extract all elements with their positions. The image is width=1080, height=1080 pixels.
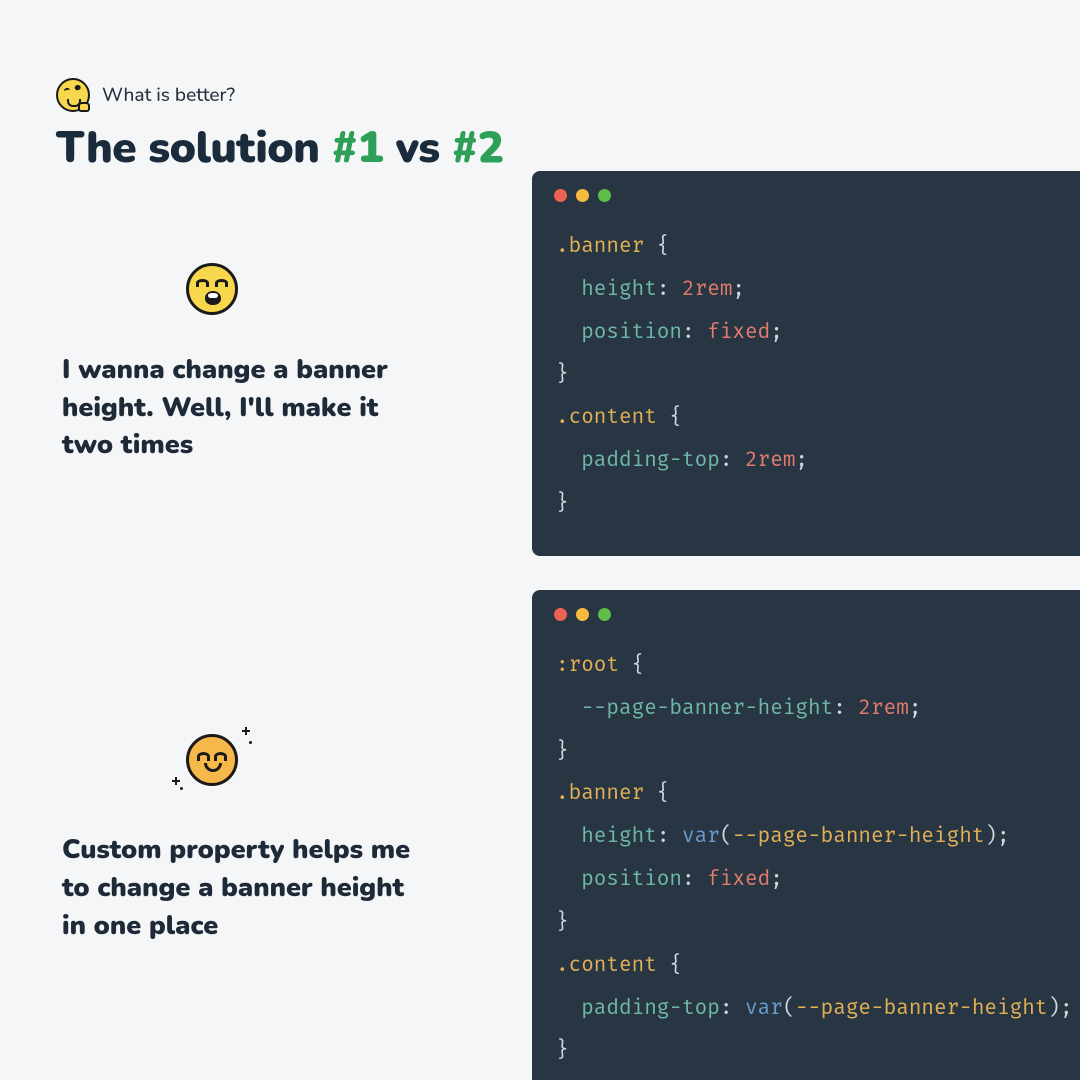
- row1-left: I wanna change a banner height. Well, I'…: [0, 171, 532, 556]
- min-dot-icon: [576, 189, 589, 202]
- row2-caption: Custom property helps me to change a ban…: [62, 831, 422, 944]
- tired-emoji-icon: [186, 263, 238, 315]
- row2-left: Custom property helps me to change a ban…: [0, 590, 532, 1080]
- kicker-text: What is better?: [102, 82, 235, 108]
- window-controls-icon: [532, 590, 1080, 621]
- close-dot-icon: [554, 189, 567, 202]
- code-panel-2: :root { --page-banner-height: 2rem; } .b…: [532, 590, 1080, 1080]
- row1-caption: I wanna change a banner height. Well, I'…: [62, 351, 422, 464]
- max-dot-icon: [598, 189, 611, 202]
- max-dot-icon: [598, 608, 611, 621]
- code-panel-1: .banner { height: 2rem; position: fixed;…: [532, 171, 1080, 556]
- title-num1: #1: [331, 118, 383, 178]
- page-title: The solution #1 vs #2: [56, 118, 504, 178]
- window-controls-icon: [532, 171, 1080, 202]
- min-dot-icon: [576, 608, 589, 621]
- happy-emoji-icon: [172, 725, 252, 795]
- kicker: What is better?: [56, 78, 235, 112]
- title-num2: #2: [452, 118, 504, 178]
- thinking-emoji-icon: [56, 78, 90, 112]
- title-prefix: The solution: [56, 118, 331, 178]
- code-block-2: :root { --page-banner-height: 2rem; } .b…: [532, 621, 1080, 1080]
- close-dot-icon: [554, 608, 567, 621]
- code-block-1: .banner { height: 2rem; position: fixed;…: [532, 202, 1080, 548]
- title-vs: vs: [383, 118, 451, 178]
